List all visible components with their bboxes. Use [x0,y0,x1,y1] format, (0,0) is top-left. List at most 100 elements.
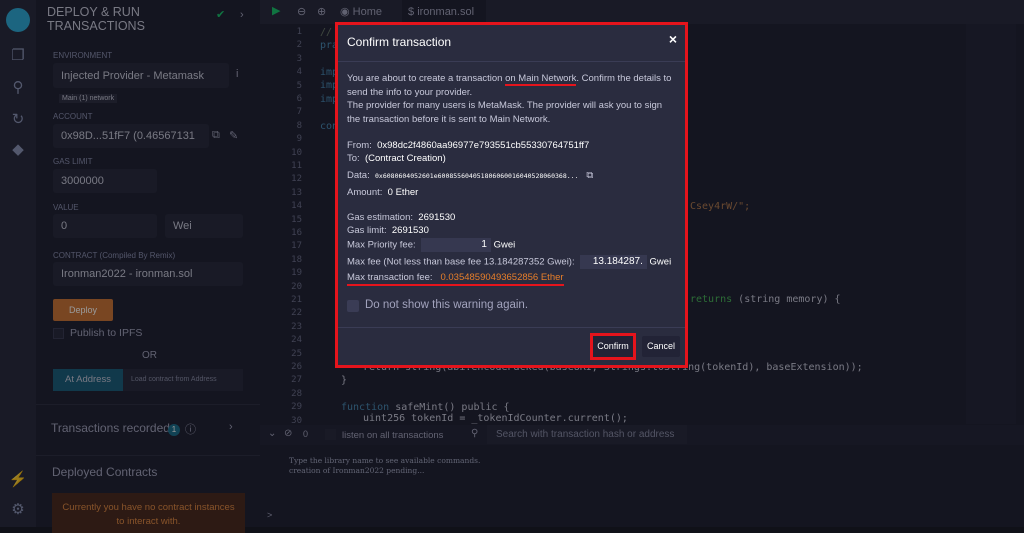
intro-provider: The provider for many users is MetaMask.… [347,100,663,125]
deployed-contracts-label: Deployed Contracts [52,465,158,479]
gas-limit-label: GAS LIMIT [53,157,93,166]
at-address-button[interactable]: At Address [53,369,123,391]
line-number: 21 [291,295,302,305]
line-number: 15 [291,214,302,225]
line-number: 9 [296,134,302,145]
max-priority-row: Max Priority fee: 1 Gwei [347,238,515,252]
contract-select[interactable]: Ironman2022 - ironman.sol [53,262,243,286]
line-number: 18 [291,254,302,265]
account-label: ACCOUNT [53,112,93,121]
line-number: 23 [291,321,302,332]
cancel-button[interactable]: Cancel [642,336,680,357]
value-unit: Wei [173,220,192,232]
collapse-terminal-icon[interactable]: ⌄ [268,428,276,439]
dont-show-checkbox[interactable] [347,300,359,312]
max-priority-input[interactable]: 1 [420,238,491,252]
search-icon[interactable]: ⚲ [8,78,28,98]
run-play-icon[interactable]: ▶ [272,4,280,17]
minimap[interactable] [966,24,1016,424]
account-select[interactable]: 0x98D...51fF7 (0.46567131 [53,124,209,148]
confirm-transaction-modal: Confirm transaction × You are about to c… [335,22,688,368]
tab-home[interactable]: ◉ Home [340,0,382,24]
line-number: 2 [296,40,302,51]
code-text: safeMint() public { [389,402,510,413]
gwei-unit: Gwei [649,256,672,268]
line-number: 10 [291,147,302,158]
close-icon[interactable]: × [669,31,677,47]
divider [36,404,260,405]
title-line: TRANSACTIONS [47,19,145,33]
tab-ironman-sol[interactable]: $ ironman.sol ✕ [402,0,486,42]
plugin-icon[interactable]: ⚡ [8,470,28,490]
zoom-out-icon[interactable]: ⊖ [297,5,306,18]
from-row: From: 0x98dc2f4860aa96977e793551cb553307… [347,140,589,151]
line-number: 6 [296,94,302,104]
max-priority-label: Max Priority fee: [347,239,416,251]
confirm-button[interactable]: Confirm [590,333,636,360]
line-number: 17 [291,241,302,252]
data-label: Data: [347,170,370,181]
code-text: (string memory) { [732,294,841,305]
transactions-recorded-label[interactable]: Transactions recorded [51,421,170,435]
divider [338,327,685,328]
divider [338,61,685,62]
code-line: returns (string memory) { [690,294,841,305]
chevron-right-icon[interactable]: › [240,9,244,21]
contract-value: Ironman2022 - ironman.sol [61,268,193,280]
compiler-icon[interactable]: ↻ [8,110,28,130]
console-prompt[interactable]: > [267,510,272,520]
to-label: To: [347,153,360,164]
environment-label: ENVIRONMENT [53,51,113,60]
code-line: uint256 tokenId = _tokenIdCounter.curren… [363,413,628,424]
keyword: function [341,402,390,413]
line-number: 7 [296,107,302,118]
zoom-in-icon[interactable]: ⊕ [317,5,326,18]
max-fee-input[interactable]: 13.184287. [579,255,647,269]
value-label: VALUE [53,203,79,212]
line-number: 13 [291,187,302,198]
listen-checkbox[interactable] [325,429,336,440]
line-number: 25 [291,348,302,359]
clear-console-icon[interactable]: ⊘ [284,428,292,439]
settings-gear-icon[interactable]: ⚙ [8,500,28,520]
info-circle-icon[interactable]: ⓘ [185,421,196,437]
max-transaction-fee-row: Max transaction fee: 0.03548590493652856… [347,272,564,286]
deploy-button[interactable]: Deploy [53,299,113,321]
copy-icon[interactable]: ⧉ [586,170,593,181]
console-line: creation of Ironman2022 pending... [289,466,425,475]
gas-limit-value: 3000000 [61,175,104,187]
value-unit-select[interactable]: Wei [165,214,243,238]
line-number: 1 [296,27,302,37]
gas-limit-input[interactable]: 3000000 [53,169,157,193]
environment-select[interactable]: Injected Provider - Metamask [53,63,229,88]
remix-logo-icon[interactable] [6,8,30,32]
publish-ipfs-label: Publish to IPFS [70,327,143,339]
terminal: ⌄ ⊘ 0 listen on all transactions ⚲ Searc… [260,425,1024,527]
amount-row: Amount: 0 Ether [347,187,418,198]
at-address-input[interactable]: Load contract from Address [123,369,243,391]
line-number: 4 [296,67,302,78]
line-number: 16 [291,228,302,238]
intro-network: on Main Network [505,73,577,86]
value-input[interactable]: 0 [53,214,157,238]
publish-ipfs-checkbox[interactable] [53,328,64,339]
copy-icon[interactable]: ⧉ [212,129,220,142]
file-explorer-icon[interactable]: ❐ [8,46,28,66]
edit-icon[interactable]: ✎ [229,129,238,142]
environment-value: Injected Provider - Metamask [61,69,205,82]
home-icon: ◉ [340,6,350,18]
line-number: 27 [291,375,302,386]
chevron-right-icon[interactable]: › [229,421,233,433]
pending-count: 0 [303,429,309,439]
gas-limit-label: Gas limit: [347,225,387,236]
contract-label-text: CONTRACT [53,251,98,260]
transaction-search-input[interactable]: Search with transaction hash or address [487,425,687,444]
to-value: (Contract Creation) [364,153,446,164]
deploy-run-icon[interactable]: ◆ [8,140,28,160]
dont-show-label: Do not show this warning again. [365,299,529,311]
code-line: Csey4rW/"; [690,201,751,212]
no-instances-alert: Currently you have no contract instances… [52,493,245,533]
info-icon[interactable]: i [236,68,238,80]
code-line: // [320,27,333,38]
console-output: Type the library name to see available c… [289,456,480,476]
